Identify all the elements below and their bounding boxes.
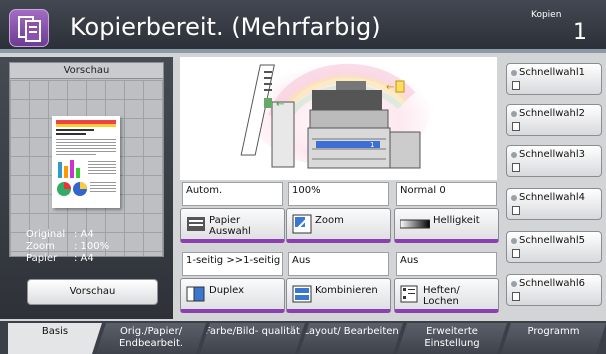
quick-key-2[interactable]: Schnellwahl2 — [506, 104, 602, 136]
function-duplex: 1-seitig >>1-seitig Duplex — [180, 250, 285, 314]
original-info: Original : A4 — [26, 229, 94, 240]
tab-program[interactable]: Programm — [501, 323, 606, 354]
function-label: Papier Auswahl — [209, 215, 251, 237]
function-value: Aus — [396, 252, 497, 276]
quick-key-dot-icon — [511, 281, 517, 287]
function-combine: Aus Kombinieren — [286, 250, 391, 314]
quick-key-1[interactable]: Schnellwahl1 — [506, 63, 602, 95]
tab-original-paper[interactable]: Orig./Papier/ Endbearbeit. — [96, 323, 206, 354]
tab-layout-edit[interactable]: Layout/ Bearbeiten — [299, 323, 403, 354]
copy-screen: Kopierbereit. (Mehrfarbig) Kopien 1 Vors… — [0, 0, 606, 354]
copies-label: Kopien — [531, 10, 562, 20]
document-icon — [512, 122, 520, 131]
quick-key-label: Schnellwahl4 — [519, 192, 586, 203]
duplex-button[interactable]: Duplex — [180, 278, 285, 313]
quick-key-5[interactable]: Schnellwahl5 — [506, 231, 602, 263]
quick-key-dot-icon — [511, 152, 517, 158]
quick-key-label: Schnellwahl1 — [519, 67, 586, 78]
document-icon — [512, 163, 520, 172]
zoom-value: : 100% — [74, 241, 110, 252]
preview-panel: Vorschau Original: A4 Zoom: 100% Papier … — [0, 57, 173, 319]
staple-punch-button[interactable]: Heften/ Lochen — [394, 278, 499, 313]
quick-key-dot-icon — [511, 238, 517, 244]
function-staple-punch: Aus Heften/ Lochen — [394, 250, 499, 314]
quick-key-label: Schnellwahl2 — [519, 108, 586, 119]
tab-bar: Basis Orig./Papier/ Endbearbeit. Farbe/B… — [0, 321, 606, 354]
function-value: Normal 0 — [396, 182, 497, 206]
zoom-label: Zoom — [26, 241, 55, 252]
paper-info: Papier : A4 — [26, 253, 94, 264]
document-icon — [512, 206, 520, 215]
svg-text:←: ← — [386, 82, 394, 93]
quick-key-label: Schnellwahl5 — [519, 235, 586, 246]
paper-label: Papier — [26, 253, 58, 264]
duplex-icon — [186, 284, 206, 304]
combine-button[interactable]: Kombinieren — [286, 278, 391, 313]
quick-key-dot-icon — [511, 111, 517, 117]
copy-mode-icon[interactable] — [9, 9, 49, 47]
quick-key-6[interactable]: Schnellwahl6 — [506, 274, 602, 306]
quick-key-label: Schnellwahl6 — [519, 278, 586, 289]
brightness-icon — [399, 214, 431, 234]
header-bar: Kopierbereit. (Mehrfarbig) Kopien 1 — [0, 0, 606, 53]
function-value: Aus — [288, 252, 389, 276]
tab-basis[interactable]: Basis — [8, 323, 102, 354]
staple-punch-icon — [400, 284, 420, 304]
paper-tray-icon — [186, 214, 206, 234]
function-label: Heften/ Lochen — [423, 285, 460, 307]
quick-key-label: Schnellwahl3 — [519, 149, 586, 160]
original-value: : A4 — [74, 229, 94, 240]
page-title: Kopierbereit. (Mehrfarbig) — [70, 13, 381, 41]
quick-key-dot-icon — [511, 195, 517, 201]
tab-advanced-settings[interactable]: Erweiterte Einstellung — [397, 323, 507, 354]
function-zoom: 100% Zoom — [286, 180, 391, 244]
function-label: Zoom — [315, 215, 344, 226]
original-label: Original — [26, 229, 66, 240]
function-label: Duplex — [209, 285, 245, 296]
quick-key-4[interactable]: Schnellwahl4 — [506, 188, 602, 220]
paper-value: : A4 — [74, 253, 94, 264]
function-paper-select: Autom. Papier Auswahl — [180, 180, 285, 244]
quick-key-dot-icon — [511, 70, 517, 76]
combine-icon — [292, 284, 312, 304]
copies-count[interactable]: 1 — [573, 20, 587, 45]
zoom-info: Zoom : 100% — [26, 241, 109, 252]
function-value: 1-seitig >>1-seitig — [182, 252, 283, 276]
function-value: Autom. — [182, 182, 283, 206]
brightness-button[interactable]: Helligkeit — [394, 208, 499, 243]
machine-illustration: ← 1 ← — [180, 57, 497, 180]
svg-text:1: 1 — [370, 141, 374, 149]
preview-page-thumbnail — [52, 116, 120, 208]
svg-text:←: ← — [276, 99, 284, 110]
preview-button[interactable]: Vorschau — [27, 279, 158, 305]
document-icon — [512, 249, 520, 258]
document-icon — [512, 292, 520, 301]
document-icon — [512, 81, 520, 90]
tab-color-quality[interactable]: Farbe/Bild- qualität — [200, 323, 305, 354]
quick-key-3[interactable]: Schnellwahl3 — [506, 145, 602, 177]
function-brightness: Normal 0 Helligkeit — [394, 180, 499, 244]
preview-box: Vorschau — [9, 62, 164, 257]
paper-select-button[interactable]: Papier Auswahl — [180, 208, 285, 243]
zoom-icon — [292, 214, 312, 234]
function-label: Kombinieren — [315, 285, 378, 296]
preview-header: Vorschau — [10, 63, 163, 79]
function-label: Helligkeit — [433, 215, 480, 226]
function-value: 100% — [288, 182, 389, 206]
zoom-button[interactable]: Zoom — [286, 208, 391, 243]
